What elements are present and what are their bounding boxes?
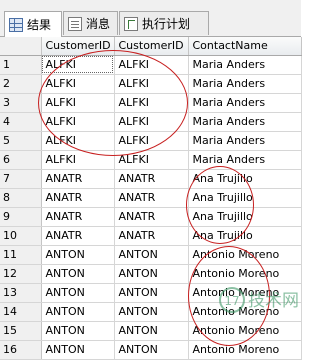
cell-contactname[interactable]: Antonio Moreno [188,245,302,265]
cell-customerid[interactable]: ANTON [41,340,115,360]
row-number[interactable]: 16 [0,340,42,360]
cell-customerid[interactable]: ANTON [41,283,115,303]
cell-contactname[interactable]: Maria Anders [188,131,302,151]
cell-contactname[interactable]: Maria Anders [188,55,302,75]
row-number[interactable]: 12 [0,264,42,284]
results-grid[interactable]: CustomerID CustomerID ContactName 1 ALFKI… [0,37,302,360]
row-number[interactable]: 1 [0,55,42,75]
execution-plan-icon [124,16,138,31]
cell-customerid-2[interactable]: ANATR [114,226,189,246]
tab-execution-plan[interactable]: 执行计划 [119,11,209,35]
cell-contactname[interactable]: Ana Trujillo [188,207,302,227]
column-header-customerid[interactable]: CustomerID [41,37,115,56]
row-number[interactable]: 5 [0,131,42,151]
results-tabbar: 结果 消息 执行计划 [0,0,301,37]
tab-results-label: 结果 [27,18,52,32]
cell-customerid[interactable]: ANTON [41,321,115,341]
cell-contactname[interactable]: Antonio Moreno [188,321,302,341]
cell-contactname[interactable]: Ana Trujillo [188,188,302,208]
cell-contactname[interactable]: Maria Anders [188,112,302,132]
cell-customerid[interactable]: ALFKI [41,150,115,170]
cell-customerid[interactable]: ANATR [41,169,115,189]
cell-customerid-2[interactable]: ALFKI [114,74,189,94]
cell-contactname[interactable]: Ana Trujillo [188,226,302,246]
table-row[interactable]: 7 ANATR ANATR Ana Trujillo [0,169,302,189]
results-grid-icon [9,17,23,32]
tab-messages[interactable]: 消息 [63,11,118,35]
table-row[interactable]: 9 ANATR ANATR Ana Trujillo [0,207,302,227]
cell-customerid-2[interactable]: ANATR [114,188,189,208]
row-number[interactable]: 15 [0,321,42,341]
cell-customerid[interactable]: ANTON [41,302,115,322]
cell-customerid[interactable]: ANATR [41,226,115,246]
row-number[interactable]: 2 [0,74,42,94]
cell-customerid-2[interactable]: ANTON [114,340,189,360]
cell-customerid-2[interactable]: ANTON [114,264,189,284]
tab-messages-label: 消息 [86,17,111,31]
cell-customerid-2[interactable]: ANTON [114,245,189,265]
cell-customerid-2[interactable]: ANATR [114,169,189,189]
table-row[interactable]: 10 ANATR ANATR Ana Trujillo [0,226,302,246]
cell-contactname[interactable]: Maria Anders [188,150,302,170]
cell-customerid-2[interactable]: ANTON [114,321,189,341]
cell-contactname[interactable]: Ana Trujillo [188,169,302,189]
cell-customerid[interactable]: ALFKI [41,74,115,94]
table-row[interactable]: 11 ANTON ANTON Antonio Moreno [0,245,302,265]
row-number[interactable]: 4 [0,112,42,132]
table-row[interactable]: 16 ANTON ANTON Antonio Moreno [0,340,302,360]
cell-customerid-2[interactable]: ALFKI [114,150,189,170]
cell-customerid-2[interactable]: ANATR [114,207,189,227]
table-row[interactable]: 6 ALFKI ALFKI Maria Anders [0,150,302,170]
cell-customerid[interactable]: ANTON [41,245,115,265]
table-row[interactable]: 4 ALFKI ALFKI Maria Anders [0,112,302,132]
cell-customerid[interactable]: ANATR [41,207,115,227]
row-number[interactable]: 14 [0,302,42,322]
cell-customerid-2[interactable]: ALFKI [114,112,189,132]
cell-customerid[interactable]: ANTON [41,264,115,284]
row-number[interactable]: 10 [0,226,42,246]
row-number[interactable]: 13 [0,283,42,303]
cell-customerid[interactable]: ANATR [41,188,115,208]
cell-contactname[interactable]: Antonio Moreno [188,264,302,284]
row-number[interactable]: 3 [0,93,42,113]
cell-contactname[interactable]: Antonio Moreno [188,340,302,360]
tab-results[interactable]: 结果 [4,11,62,37]
grid-header-row: CustomerID CustomerID ContactName [0,37,302,56]
table-row[interactable]: 8 ANATR ANATR Ana Trujillo [0,188,302,208]
cell-customerid-2[interactable]: ANTON [114,302,189,322]
cell-customerid[interactable]: ALFKI [41,55,115,75]
table-row[interactable]: 1 ALFKI ALFKI Maria Anders [0,55,302,75]
row-number[interactable]: 8 [0,188,42,208]
cell-contactname[interactable]: Maria Anders [188,93,302,113]
row-number[interactable]: 7 [0,169,42,189]
row-number[interactable]: 9 [0,207,42,227]
table-row[interactable]: 15 ANTON ANTON Antonio Moreno [0,321,302,341]
table-row[interactable]: 5 ALFKI ALFKI Maria Anders [0,131,302,151]
table-row[interactable]: 13 ANTON ANTON Antonio Moreno [0,283,302,303]
grid-corner-cell[interactable] [0,37,42,56]
cell-customerid-2[interactable]: ALFKI [114,131,189,151]
cell-customerid[interactable]: ALFKI [41,131,115,151]
cell-customerid-2[interactable]: ALFKI [114,93,189,113]
row-number[interactable]: 11 [0,245,42,265]
cell-contactname[interactable]: Antonio Moreno [188,302,302,322]
row-number[interactable]: 6 [0,150,42,170]
column-header-contactname[interactable]: ContactName [188,37,302,56]
table-row[interactable]: 3 ALFKI ALFKI Maria Anders [0,93,302,113]
table-row[interactable]: 14 ANTON ANTON Antonio Moreno [0,302,302,322]
cell-customerid-2[interactable]: ALFKI [114,55,189,75]
cell-customerid[interactable]: ALFKI [41,112,115,132]
tab-execution-plan-label: 执行计划 [142,17,191,31]
cell-contactname[interactable]: Maria Anders [188,74,302,94]
column-header-customerid-2[interactable]: CustomerID [114,37,189,56]
cell-contactname[interactable]: Antonio Moreno [188,283,302,303]
table-row[interactable]: 2 ALFKI ALFKI Maria Anders [0,74,302,94]
cell-customerid-2[interactable]: ANTON [114,283,189,303]
cell-customerid[interactable]: ALFKI [41,93,115,113]
table-row[interactable]: 12 ANTON ANTON Antonio Moreno [0,264,302,284]
messages-icon [68,16,82,31]
